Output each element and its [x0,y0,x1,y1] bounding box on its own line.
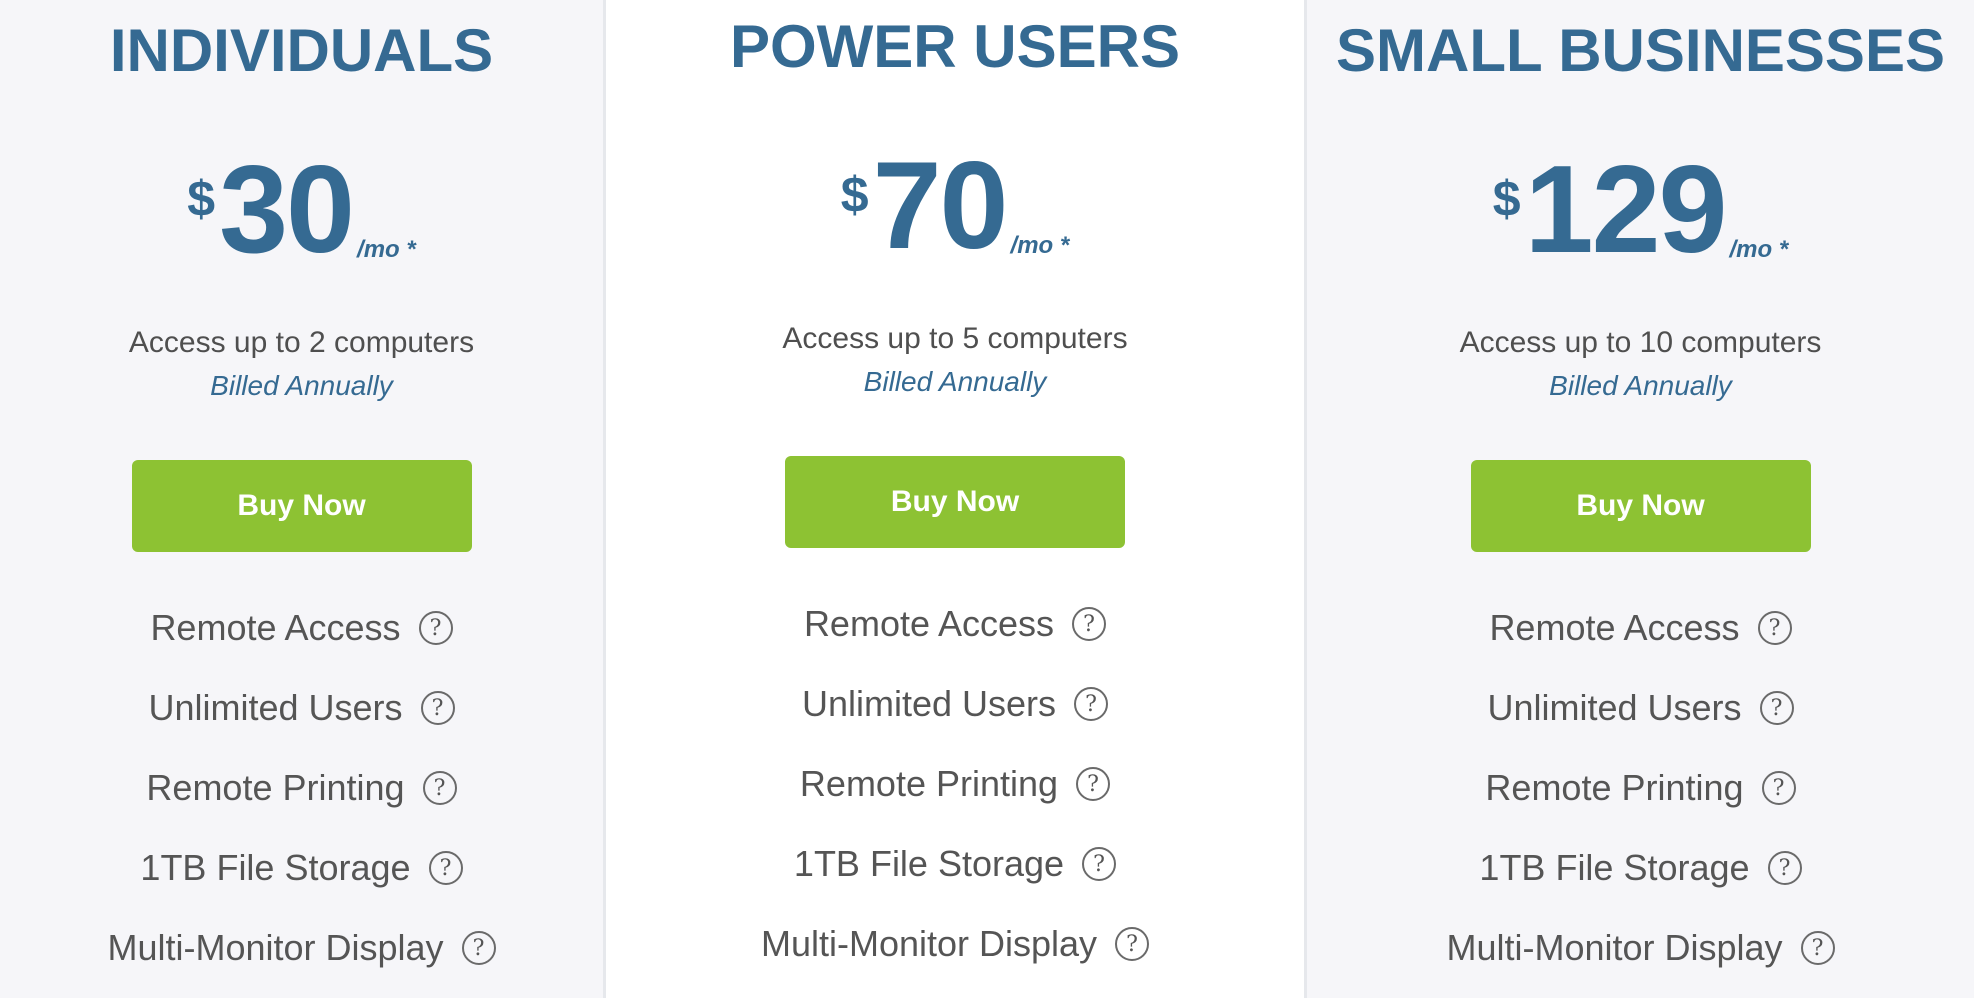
help-icon[interactable]: ? [461,931,496,965]
plan-title: POWER USERS [729,13,1181,80]
price-period: /mo * [1010,232,1070,259]
plan-price: $ 70 /mo * [840,137,1070,275]
feature-file-storage: 1TB File Storage? [793,824,1117,904]
feature-list: Remote Access? Unlimited Users? Remote P… [107,588,496,988]
feature-file-storage: 1TB File Storage? [140,828,463,908]
help-icon[interactable]: ? [1074,687,1109,721]
access-limit: Access up to 10 computers [1459,326,1822,359]
feature-label: Unlimited Users [801,683,1057,724]
help-icon[interactable]: ? [1082,847,1117,881]
billing-note: Billed Annually [863,366,1047,397]
feature-label: Remote Access [803,603,1055,644]
feature-list: Remote Access? Unlimited Users? Remote P… [1446,588,1835,988]
feature-multi-monitor: Multi-Monitor Display? [107,908,496,988]
plan-price: $ 30 /mo * [187,141,416,279]
price-amount: 30 [219,141,355,279]
feature-multi-monitor: Multi-Monitor Display? [1446,908,1835,988]
billing-note: Billed Annually [1549,370,1732,401]
feature-label: Multi-Monitor Display [107,927,444,968]
help-icon[interactable]: ? [1076,767,1111,801]
feature-label: 1TB File Storage [793,843,1065,884]
plan-small-businesses: SMALL BUSINESSES $ 129 /mo * Access up t… [1307,0,1974,998]
plan-price: $ 129 /mo * [1492,141,1789,279]
feature-label: Remote Printing [1485,767,1744,808]
feature-label: Multi-Monitor Display [760,923,1098,964]
currency-symbol: $ [1492,171,1521,227]
plan-title: INDIVIDUALS [109,17,494,84]
feature-label: Unlimited Users [148,687,403,728]
feature-list: Remote Access? Unlimited Users? Remote P… [760,584,1150,984]
plan-title: SMALL BUSINESSES [1336,17,1945,84]
feature-unlimited-users: Unlimited Users? [148,668,455,748]
feature-label: Remote Access [150,607,401,648]
access-limit: Access up to 5 computers [782,322,1128,355]
feature-remote-printing: Remote Printing? [146,748,457,828]
feature-file-storage: 1TB File Storage? [1479,828,1802,908]
plan-power-users: POWER USERS $ 70 /mo * Access up to 5 co… [603,0,1307,998]
feature-label: Multi-Monitor Display [1446,927,1783,968]
pricing-plans: INDIVIDUALS $ 30 /mo * Access up to 2 co… [0,0,1974,998]
feature-label: Unlimited Users [1487,687,1742,728]
buy-now-button[interactable]: Buy Now [1470,460,1811,552]
help-icon[interactable]: ? [1800,931,1835,965]
help-icon[interactable]: ? [1757,611,1792,645]
feature-label: 1TB File Storage [1479,847,1750,888]
feature-remote-printing: Remote Printing? [799,744,1111,824]
buy-now-button[interactable]: Buy Now [131,460,472,552]
access-limit: Access up to 2 computers [128,326,475,359]
help-icon[interactable]: ? [1761,771,1796,805]
feature-multi-monitor: Multi-Monitor Display? [760,904,1150,984]
help-icon[interactable]: ? [1115,927,1150,961]
feature-label: Remote Access [1489,607,1740,648]
feature-label: 1TB File Storage [140,847,411,888]
feature-unlimited-users: Unlimited Users? [801,664,1109,744]
help-icon[interactable]: ? [1072,607,1107,641]
price-period: /mo * [357,236,416,263]
price-period: /mo * [1729,236,1789,263]
help-icon[interactable]: ? [428,851,463,885]
plan-individuals: INDIVIDUALS $ 30 /mo * Access up to 2 co… [0,0,603,998]
help-icon[interactable]: ? [422,771,457,805]
feature-label: Remote Printing [146,767,405,808]
feature-remote-access: Remote Access? [150,588,453,668]
help-icon[interactable]: ? [1767,851,1802,885]
help-icon[interactable]: ? [420,691,455,725]
feature-remote-access: Remote Access? [1489,588,1792,668]
currency-symbol: $ [187,171,216,227]
feature-label: Remote Printing [799,763,1059,804]
price-amount: 70 [872,137,1009,275]
help-icon[interactable]: ? [418,611,453,645]
buy-now-button[interactable]: Buy Now [785,456,1125,548]
billing-note: Billed Annually [210,370,393,401]
price-amount: 129 [1524,141,1728,279]
help-icon[interactable]: ? [1759,691,1794,725]
feature-unlimited-users: Unlimited Users? [1487,668,1794,748]
feature-remote-printing: Remote Printing? [1485,748,1796,828]
currency-symbol: $ [840,167,869,223]
feature-remote-access: Remote Access? [803,584,1107,664]
